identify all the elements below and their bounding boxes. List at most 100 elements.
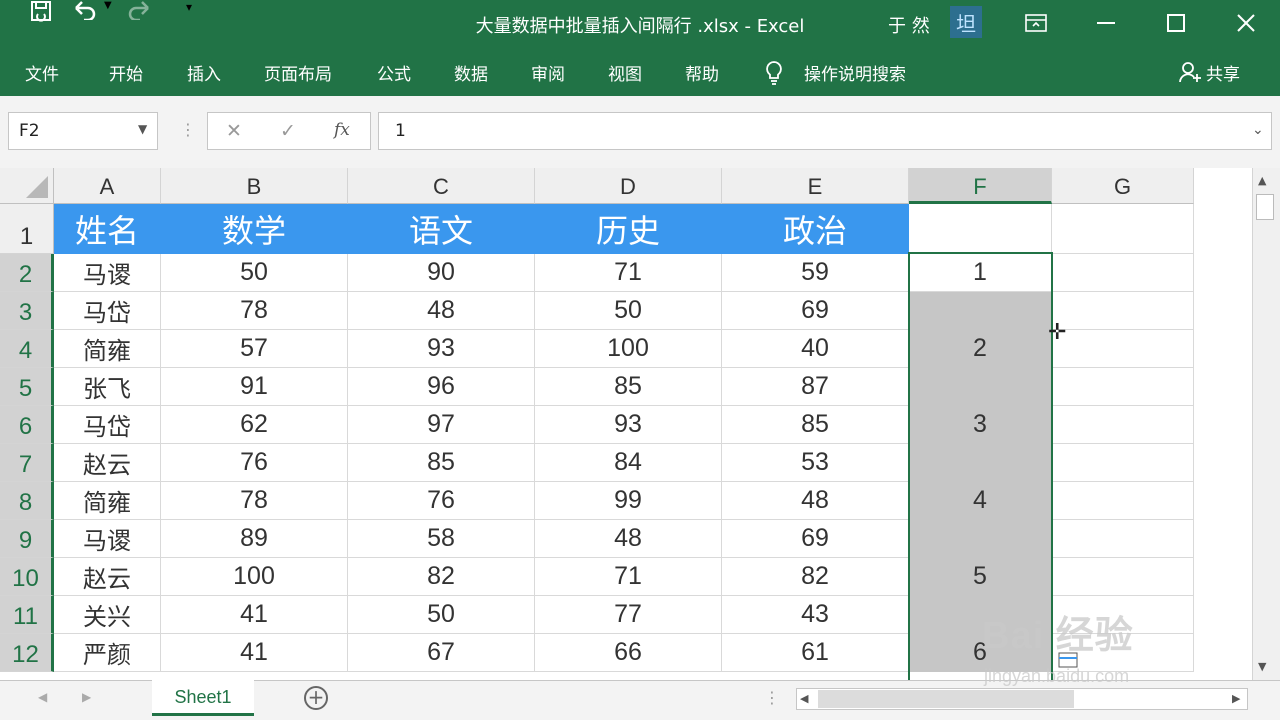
table-cell[interactable]: 77 xyxy=(535,596,722,634)
header-cell[interactable]: 政治 xyxy=(722,204,909,254)
undo-dropdown-icon[interactable]: ▼ xyxy=(104,0,118,11)
table-cell[interactable]: 50 xyxy=(535,292,722,330)
table-cell[interactable]: 48 xyxy=(722,482,909,520)
tab-home[interactable]: 开始 xyxy=(109,60,143,85)
table-cell[interactable] xyxy=(1052,368,1194,406)
table-cell[interactable]: 43 xyxy=(722,596,909,634)
table-cell[interactable]: 96 xyxy=(348,368,535,406)
table-cell[interactable]: 82 xyxy=(348,558,535,596)
enter-icon[interactable]: ✓ xyxy=(280,120,296,142)
maximize-icon[interactable] xyxy=(1156,8,1196,38)
sheet-next-icon[interactable]: ▶ xyxy=(82,690,91,704)
table-cell[interactable]: 马岱 xyxy=(54,292,161,330)
split-handle-icon[interactable]: ⋮ xyxy=(764,688,780,707)
row-header-7[interactable]: 7 xyxy=(0,444,54,482)
formula-input[interactable]: 1 xyxy=(378,112,1272,150)
ribbon-display-icon[interactable] xyxy=(1016,8,1056,38)
table-cell[interactable]: 69 xyxy=(722,520,909,558)
table-cell[interactable]: 41 xyxy=(161,634,348,672)
share-button[interactable]: 共享 xyxy=(1206,60,1240,85)
table-cell[interactable]: 简雍 xyxy=(54,482,161,520)
table-cell[interactable]: 90 xyxy=(348,254,535,292)
tab-page-layout[interactable]: 页面布局 xyxy=(264,60,332,85)
user-name[interactable]: 于 然 xyxy=(888,12,930,38)
customize-icon[interactable]: ▾ xyxy=(186,0,206,14)
cancel-icon[interactable]: ✕ xyxy=(226,120,242,142)
save-icon[interactable] xyxy=(30,0,58,26)
table-cell[interactable] xyxy=(1052,520,1194,558)
expand-formula-icon[interactable]: ⌄ xyxy=(1252,122,1264,138)
table-cell[interactable]: 85 xyxy=(535,368,722,406)
table-cell[interactable]: 53 xyxy=(722,444,909,482)
row-header-12[interactable]: 12 xyxy=(0,634,54,672)
table-cell[interactable]: 赵云 xyxy=(54,558,161,596)
table-cell[interactable] xyxy=(909,292,1052,330)
table-cell[interactable] xyxy=(1052,558,1194,596)
tab-file[interactable]: 文件 xyxy=(25,60,59,85)
tab-formulas[interactable]: 公式 xyxy=(377,60,411,85)
close-icon[interactable] xyxy=(1226,8,1266,38)
table-cell[interactable]: 4 xyxy=(909,482,1052,520)
table-cell[interactable]: 61 xyxy=(722,634,909,672)
scroll-left-icon[interactable]: ◀ xyxy=(800,692,808,705)
table-cell[interactable]: 66 xyxy=(535,634,722,672)
table-cell[interactable]: 67 xyxy=(348,634,535,672)
tab-help[interactable]: 帮助 xyxy=(685,60,719,85)
avatar[interactable]: 坦 xyxy=(950,6,982,38)
table-cell[interactable]: 关兴 xyxy=(54,596,161,634)
table-cell[interactable]: 100 xyxy=(535,330,722,368)
table-cell[interactable]: 严颜 xyxy=(54,634,161,672)
column-header-b[interactable]: B xyxy=(161,168,348,204)
sheet-prev-icon[interactable]: ◀ xyxy=(38,690,47,704)
table-cell[interactable]: 93 xyxy=(348,330,535,368)
table-cell[interactable] xyxy=(909,368,1052,406)
table-cell[interactable]: 40 xyxy=(722,330,909,368)
table-cell[interactable]: 97 xyxy=(348,406,535,444)
table-cell[interactable] xyxy=(1052,444,1194,482)
table-cell[interactable]: 50 xyxy=(348,596,535,634)
header-cell[interactable]: 姓名 xyxy=(54,204,161,254)
insert-function-icon[interactable]: fx xyxy=(334,120,350,140)
scroll-up-icon[interactable]: ▲ xyxy=(1258,174,1266,187)
row-header-9[interactable]: 9 xyxy=(0,520,54,558)
table-cell[interactable]: 62 xyxy=(161,406,348,444)
share-icon[interactable] xyxy=(1178,60,1202,88)
table-cell[interactable] xyxy=(909,444,1052,482)
table-cell[interactable]: 91 xyxy=(161,368,348,406)
row-header-4[interactable]: 4 xyxy=(0,330,54,368)
row-header-8[interactable]: 8 xyxy=(0,482,54,520)
table-cell[interactable]: 100 xyxy=(161,558,348,596)
table-cell[interactable]: 85 xyxy=(348,444,535,482)
table-cell[interactable]: 马岱 xyxy=(54,406,161,444)
table-cell[interactable]: 71 xyxy=(535,254,722,292)
table-cell[interactable]: 2 xyxy=(909,330,1052,368)
table-cell[interactable]: 58 xyxy=(348,520,535,558)
header-cell[interactable]: 数学 xyxy=(161,204,348,254)
table-cell[interactable] xyxy=(1052,204,1194,254)
table-cell[interactable]: 78 xyxy=(161,292,348,330)
table-cell[interactable]: 张飞 xyxy=(54,368,161,406)
table-cell[interactable]: 59 xyxy=(722,254,909,292)
table-cell[interactable]: 50 xyxy=(161,254,348,292)
tab-review[interactable]: 审阅 xyxy=(531,60,565,85)
row-header-5[interactable]: 5 xyxy=(0,368,54,406)
table-cell[interactable]: 82 xyxy=(722,558,909,596)
column-header-e[interactable]: E xyxy=(722,168,909,204)
table-cell[interactable]: 1 xyxy=(909,254,1052,292)
table-cell[interactable]: 76 xyxy=(161,444,348,482)
tell-me-search[interactable]: 操作说明搜索 xyxy=(804,60,906,85)
header-cell[interactable]: 历史 xyxy=(535,204,722,254)
table-cell[interactable] xyxy=(1052,482,1194,520)
vertical-scroll-thumb[interactable] xyxy=(1256,194,1274,220)
lightbulb-icon[interactable] xyxy=(764,60,784,90)
add-sheet-icon[interactable]: + xyxy=(304,686,328,710)
table-cell[interactable] xyxy=(1052,330,1194,368)
table-cell[interactable]: 马谡 xyxy=(54,520,161,558)
table-cell[interactable]: 93 xyxy=(535,406,722,444)
chevron-down-icon[interactable]: ▼ xyxy=(138,122,147,136)
redo-icon[interactable] xyxy=(128,0,158,24)
name-box[interactable]: F2 xyxy=(8,112,158,150)
minimize-icon[interactable] xyxy=(1086,8,1126,38)
table-cell[interactable] xyxy=(1052,406,1194,444)
table-cell[interactable] xyxy=(1052,254,1194,292)
